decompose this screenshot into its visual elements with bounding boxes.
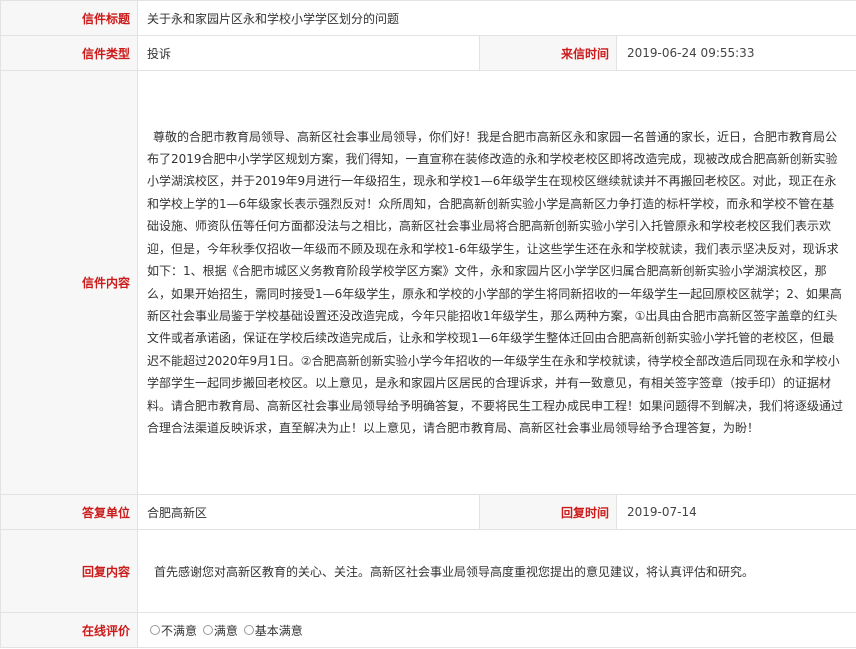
rating-option-label: 满意: [213, 623, 238, 638]
rating-label: 在线评价: [0, 612, 138, 648]
title-row: 信件标题 关于永和家园片区永和学校小学学区划分的问题: [0, 0, 856, 36]
radio-button-icon[interactable]: [150, 625, 160, 635]
rating-option-label: 不满意: [161, 623, 198, 638]
received-time-value: 2019-06-24 09:55:33: [615, 35, 856, 71]
reply-content-label: 回复内容: [0, 529, 138, 613]
rating-row: 在线评价 不满意 满意 基本满意: [0, 612, 856, 648]
content-row: 信件内容 尊敬的合肥市教育局领导、高新区社会事业局领导，你们好！我是合肥市高新区…: [0, 70, 856, 495]
rating-option-label: 基本满意: [254, 623, 303, 638]
letter-detail-table: 信件标题 关于永和家园片区永和学校小学学区划分的问题 信件类型 投诉 来信时间 …: [0, 0, 856, 648]
reply-content-row: 回复内容 首先感谢您对高新区教育的关心、关注。高新区社会事业局领导高度重视您提出…: [0, 529, 856, 613]
content-label: 信件内容: [0, 70, 138, 495]
reply-time-label: 回复时间: [479, 494, 617, 530]
reply-unit-value: 合肥高新区: [137, 494, 480, 530]
reply-content-value: 首先感谢您对高新区教育的关心、关注。高新区社会事业局领导高度重视您提出的意见建议…: [136, 529, 856, 613]
reply-time-value: 2019-07-14: [615, 494, 856, 530]
rating-options: 不满意 满意 基本满意: [136, 612, 856, 648]
reply-unit-label: 答复单位: [0, 494, 138, 530]
radio-button-icon[interactable]: [243, 625, 254, 635]
type-value: 投诉: [137, 35, 480, 71]
rating-option-satisfied[interactable]: 满意: [202, 622, 238, 639]
type-label: 信件类型: [0, 35, 138, 71]
type-row: 信件类型 投诉 来信时间 2019-06-24 09:55:33: [0, 35, 856, 71]
reply-unit-row: 答复单位 合肥高新区 回复时间 2019-07-14: [0, 494, 856, 530]
title-value: 关于永和家园片区永和学校小学学区划分的问题: [136, 0, 856, 36]
rating-option-basically-satisfied[interactable]: 基本满意: [243, 622, 303, 639]
rating-option-dissatisfied[interactable]: 不满意: [150, 622, 197, 639]
content-value: 尊敬的合肥市教育局领导、高新区社会事业局领导，你们好！我是合肥市高新区永和家园一…: [136, 70, 856, 495]
radio-button-icon[interactable]: [202, 625, 213, 635]
received-time-label: 来信时间: [479, 35, 617, 71]
title-label: 信件标题: [0, 0, 138, 36]
